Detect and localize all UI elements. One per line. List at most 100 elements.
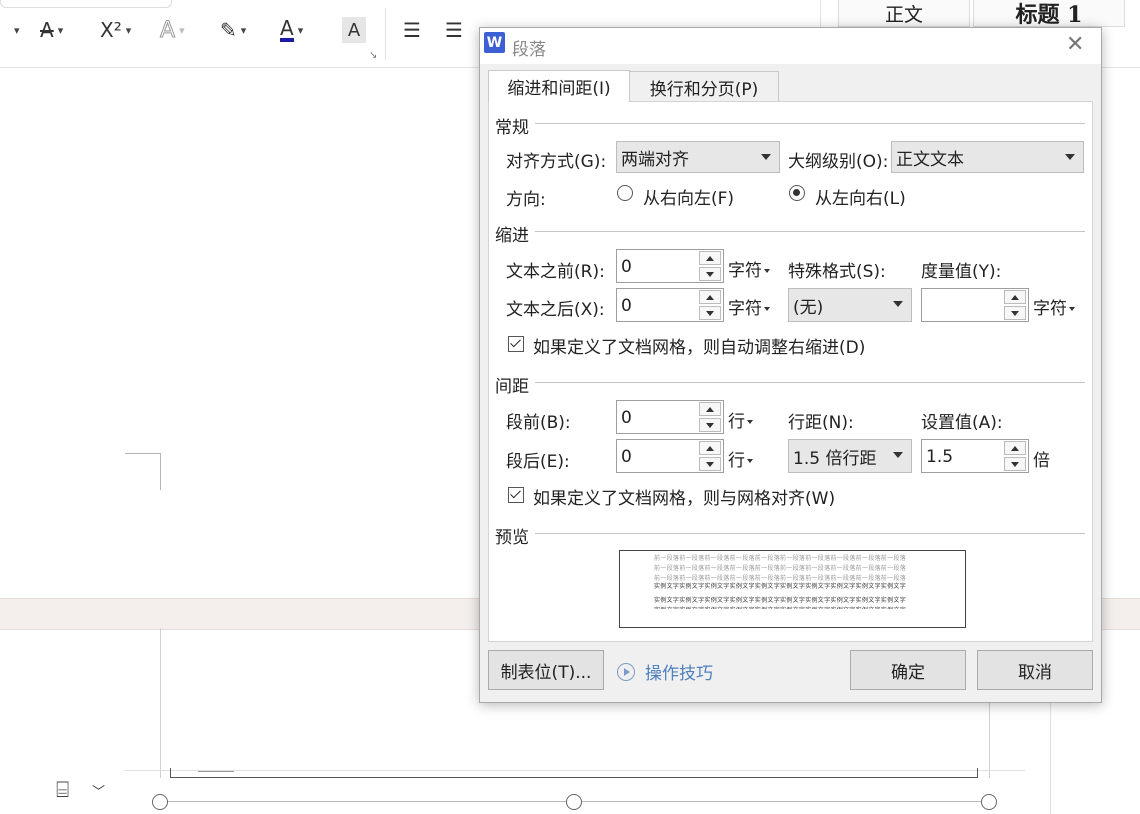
strikethrough-button[interactable]: A ▾	[40, 14, 63, 46]
spin-up-icon[interactable]	[699, 251, 721, 265]
preview-prev-line: 前一段落前一段落前一段落前一段落前一段落前一段落前一段落前一段落前一段落前一段落	[654, 555, 907, 562]
spacing-grid-label[interactable]: 如果定义了文档网格，则与网格对齐(W)	[533, 484, 835, 509]
special-format-select[interactable]: (无)	[788, 288, 912, 322]
ltr-label[interactable]: 从左向右(L)	[815, 184, 906, 209]
char-shading-button[interactable]: A	[342, 17, 366, 43]
text-effect-button[interactable]: A ▾	[159, 14, 184, 46]
measure-label: 度量值(Y):	[921, 262, 1002, 282]
cursor-line	[198, 771, 234, 772]
space-before-unit[interactable]: 行	[728, 407, 753, 432]
spin-down-icon[interactable]	[699, 457, 721, 471]
play-circle-icon	[617, 662, 635, 681]
space-before-input[interactable]	[617, 401, 703, 435]
spin-down-icon[interactable]	[699, 418, 721, 432]
rtl-radio[interactable]	[617, 185, 633, 201]
style-heading-1[interactable]: 标题 1	[973, 0, 1125, 28]
align-center-button[interactable]: ☰	[445, 14, 463, 46]
resize-handle-center[interactable]	[566, 794, 582, 810]
ok-button[interactable]: 确定	[850, 650, 966, 690]
chevron-down-icon	[1065, 154, 1075, 160]
cancel-button[interactable]: 取消	[977, 650, 1093, 690]
tab-line-page-breaks[interactable]: 换行和分页(P)	[629, 71, 779, 102]
text-frame-bracket	[170, 768, 978, 778]
rtl-label[interactable]: 从右向左(F)	[643, 184, 734, 209]
indent-after-spinner[interactable]	[616, 288, 724, 323]
caret-down-icon	[747, 459, 753, 463]
superscript-icon: X²	[100, 18, 122, 42]
caret-down-icon	[764, 307, 770, 311]
dialog-titlebar[interactable]: W 段落 ✕	[480, 28, 1101, 64]
spin-up-icon[interactable]	[699, 402, 721, 416]
strikethrough-icon: A	[40, 18, 54, 42]
measure-input[interactable]	[922, 289, 1008, 323]
set-value-label: 设置值(A):	[921, 413, 1003, 433]
indent-before-spinner[interactable]	[616, 249, 724, 284]
superscript-button[interactable]: X² ▾	[100, 14, 131, 46]
line-spacing-select[interactable]: 1.5 倍行距	[788, 439, 912, 473]
chevron-down-icon[interactable]: ﹀	[92, 781, 105, 800]
close-icon[interactable]: ✕	[1066, 34, 1084, 56]
spin-down-icon[interactable]	[699, 267, 721, 281]
spacing-grid-checkbox[interactable]	[508, 487, 524, 503]
caret-down-icon	[764, 269, 770, 273]
section-divider	[535, 231, 1085, 232]
caret-down-icon	[747, 420, 753, 424]
caret-down-icon	[1069, 307, 1075, 311]
align-left-icon: ☰	[403, 18, 421, 42]
outline-level-select[interactable]: 正文文本	[891, 141, 1084, 173]
spin-up-icon[interactable]	[1004, 290, 1026, 304]
chevron-down-icon	[761, 154, 771, 160]
font-color-icon: A	[280, 16, 294, 42]
font-color-button[interactable]: A ▾	[280, 14, 303, 46]
space-before-spinner[interactable]	[616, 400, 724, 435]
space-after-input[interactable]	[617, 440, 703, 474]
indent-grid-label[interactable]: 如果定义了文档网格，则自动调整右缩进(D)	[533, 333, 865, 358]
spin-up-icon[interactable]	[699, 441, 721, 455]
spin-down-icon[interactable]	[699, 306, 721, 320]
wps-writer-logo-icon: W	[484, 32, 505, 53]
measure-spinner[interactable]	[921, 288, 1029, 323]
indent-before-unit[interactable]: 字符	[728, 256, 770, 281]
tab-indent-spacing[interactable]: 缩进和间距(I)	[488, 70, 630, 102]
highlighter-icon: ✎	[220, 18, 237, 42]
resize-handle-right[interactable]	[981, 794, 997, 810]
set-value-spinner[interactable]	[921, 439, 1029, 474]
space-after-unit[interactable]: 行	[728, 446, 753, 471]
highlight-button[interactable]: ✎ ▾	[220, 14, 246, 46]
space-after-spinner[interactable]	[616, 439, 724, 474]
preview-prev-line: 前一段落前一段落前一段落前一段落前一段落前一段落前一段落前一段落前一段落前一段落	[654, 565, 907, 572]
paragraph-preview: 前一段落前一段落前一段落前一段落前一段落前一段落前一段落前一段落前一段落前一段落…	[619, 550, 966, 628]
font-size-box[interactable]	[0, 0, 172, 8]
indent-grid-checkbox[interactable]	[508, 336, 524, 352]
tab-stops-button[interactable]: 制表位(T)...	[488, 650, 604, 690]
indent-after-unit[interactable]: 字符	[728, 294, 770, 319]
spin-up-icon[interactable]	[1004, 441, 1026, 455]
tips-link[interactable]: 操作技巧	[617, 659, 713, 684]
spin-down-icon[interactable]	[1004, 306, 1026, 320]
ltr-radio[interactable]	[789, 185, 805, 201]
paragraph-dialog: W 段落 ✕ 缩进和间距(I) 换行和分页(P) 常规 对齐方式(G): 两端对…	[479, 27, 1102, 703]
dialog-launcher-icon[interactable]: ↘	[369, 50, 377, 61]
spin-up-icon[interactable]	[699, 290, 721, 304]
direction-label: 方向:	[506, 190, 546, 210]
spin-down-icon[interactable]	[1004, 457, 1026, 471]
section-spacing: 间距	[495, 377, 529, 397]
special-format-label: 特殊格式(S):	[788, 262, 886, 282]
frame-layout-icon[interactable]: ⌸	[56, 778, 69, 803]
section-general: 常规	[495, 118, 529, 138]
style-normal[interactable]: 正文	[838, 0, 970, 27]
section-divider	[535, 533, 1085, 534]
align-select[interactable]: 两端对齐	[616, 141, 780, 173]
measure-unit[interactable]: 字符	[1033, 294, 1075, 319]
chevron-down-icon	[893, 301, 903, 307]
set-value-input[interactable]	[922, 440, 1008, 474]
ribbon-divider	[385, 8, 386, 60]
page-margin-mark	[125, 453, 161, 490]
dropdown-chevron[interactable]: ▾	[10, 14, 20, 46]
indent-after-input[interactable]	[617, 289, 703, 323]
indent-before-input[interactable]	[617, 250, 703, 284]
align-left-button[interactable]: ☰	[403, 14, 421, 46]
char-shading-icon: A	[347, 19, 361, 41]
indent-after-label: 文本之后(X):	[506, 300, 605, 320]
resize-handle-left[interactable]	[152, 794, 168, 810]
